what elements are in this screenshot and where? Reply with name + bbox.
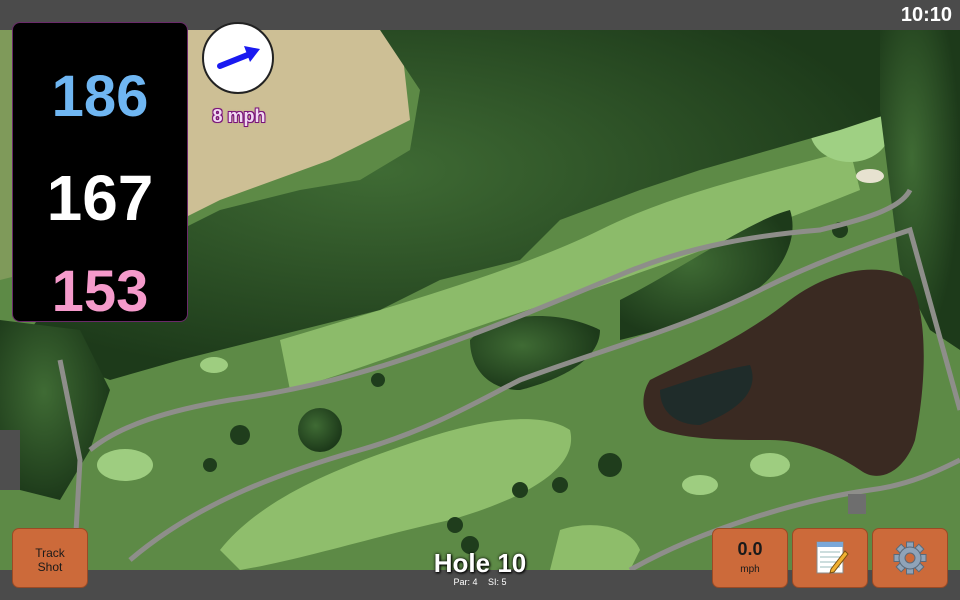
distance-back: 186 bbox=[51, 64, 149, 129]
speed-value: 0.0 bbox=[737, 539, 763, 559]
wind-indicator bbox=[202, 22, 274, 94]
settings-button[interactable] bbox=[872, 528, 948, 588]
speed-unit: mph bbox=[740, 564, 760, 575]
distance-panel: 186 167 153 bbox=[12, 22, 188, 324]
distance-front: 153 bbox=[51, 259, 149, 324]
hole-title: Hole 10 bbox=[433, 548, 527, 578]
hole-par: Par: 4 bbox=[453, 577, 478, 587]
hole-info: Par: 4 SI: 5 bbox=[400, 577, 560, 587]
track-shot-button[interactable]: Track Shot bbox=[12, 528, 88, 588]
gear-icon bbox=[893, 541, 927, 575]
distance-middle: 167 bbox=[46, 162, 154, 234]
speed-button[interactable]: 0.0 mph bbox=[712, 528, 788, 588]
track-shot-label-line2: Shot bbox=[37, 560, 63, 574]
notepad-icon bbox=[816, 541, 849, 574]
notes-button[interactable] bbox=[792, 528, 868, 588]
track-shot-label-line1: Track bbox=[35, 546, 65, 560]
hole-stroke-index: SI: 5 bbox=[488, 577, 507, 587]
clock: 10:10 bbox=[900, 4, 952, 26]
arrow-right-icon bbox=[217, 46, 260, 69]
wind-speed: 8 mph bbox=[212, 106, 266, 126]
